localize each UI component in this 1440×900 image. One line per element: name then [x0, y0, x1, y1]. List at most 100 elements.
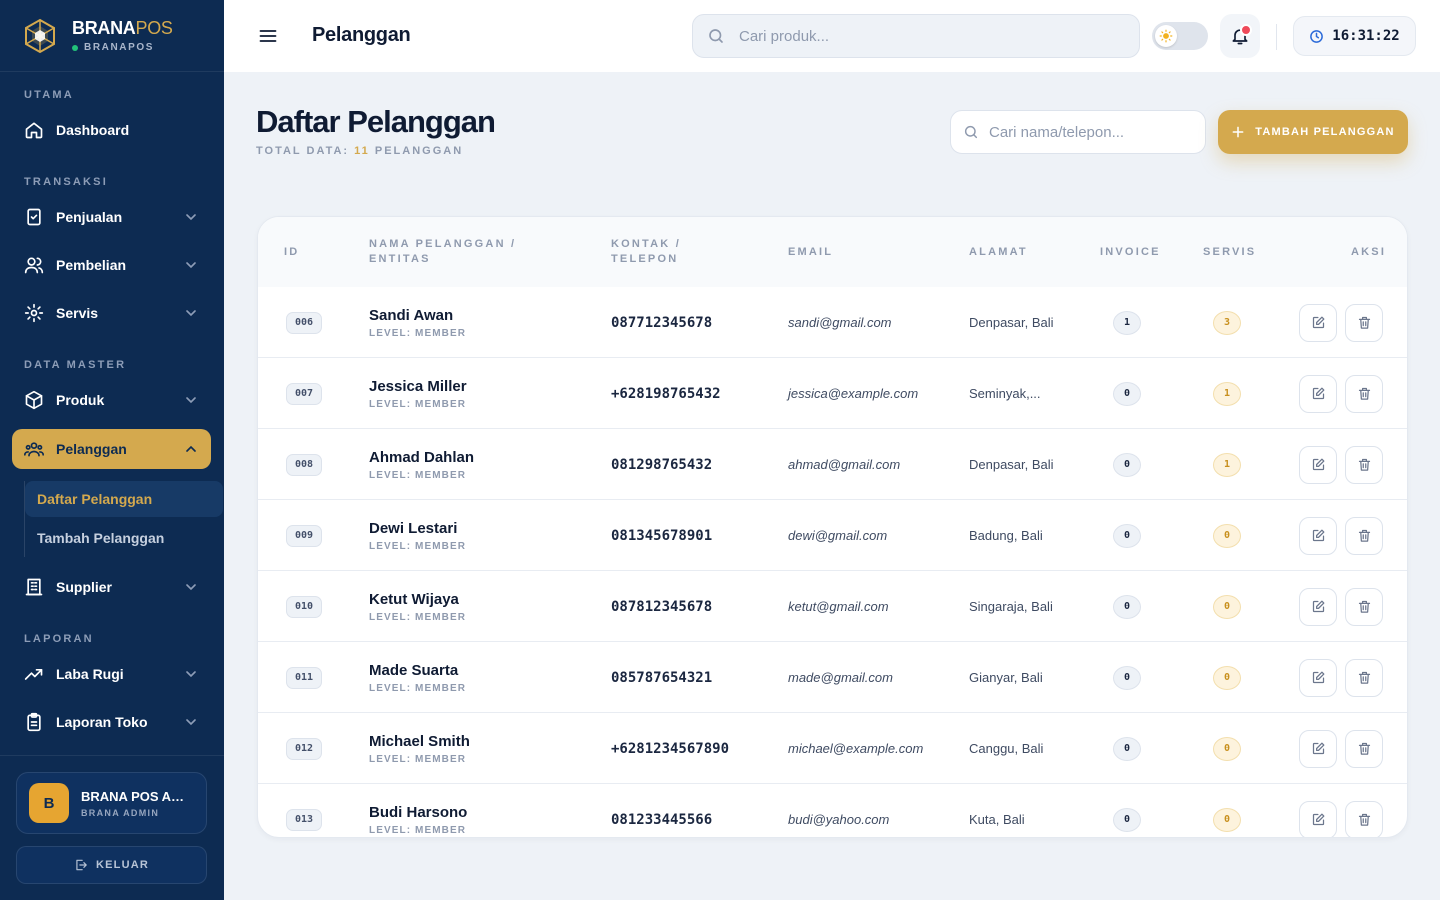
sidebar-item-pembelian[interactable]: Pembelian: [12, 245, 211, 285]
customer-id: 012: [286, 737, 322, 760]
delete-button[interactable]: [1345, 445, 1383, 484]
invoice-count-badge: 0: [1113, 665, 1141, 690]
sidebar-item-produk[interactable]: Produk: [12, 380, 211, 420]
logout-button[interactable]: KELUAR: [16, 846, 207, 884]
customer-name[interactable]: Ahmad Dahlan: [369, 449, 474, 466]
customer-search-input[interactable]: [989, 123, 1189, 141]
total-prefix: TOTAL DATA:: [256, 145, 350, 157]
clock-time: 16:31:22: [1332, 28, 1400, 44]
chevron-down-icon: [186, 584, 196, 591]
edit-button[interactable]: [1299, 729, 1337, 768]
delete-button[interactable]: [1345, 303, 1383, 342]
edit-button[interactable]: [1299, 374, 1337, 413]
customer-table: ID NAMA PELANGGAN / ENTITAS KONTAK / TEL…: [257, 216, 1408, 838]
sidebar-subitem-tambah-pelanggan[interactable]: Tambah Pelanggan: [25, 520, 223, 556]
customer-name[interactable]: Sandi Awan: [369, 307, 466, 324]
customer-level: LEVEL: MEMBER: [369, 327, 467, 339]
edit-icon: [1312, 600, 1324, 613]
customer-level: LEVEL: MEMBER: [369, 753, 467, 765]
trash-icon: [1358, 813, 1370, 826]
sidebar-divider: [0, 755, 224, 756]
customer-id: 006: [286, 311, 322, 334]
clock-display: 16:31:22: [1293, 16, 1416, 56]
header-action: AKSI: [1351, 245, 1387, 258]
product-search[interactable]: [692, 14, 1140, 58]
customer-id: 007: [286, 382, 322, 405]
edit-icon: [1312, 813, 1324, 826]
toggle-knob: [1155, 25, 1177, 47]
customer-email: michael@example.com: [788, 741, 924, 756]
total-data: TOTAL DATA: 11 PELANGGAN: [256, 145, 463, 157]
content-heading: Daftar Pelanggan: [256, 104, 496, 139]
table-row[interactable]: 011 Made Suarta LEVEL: MEMBER 0857876543…: [258, 642, 1407, 713]
sidebar-subitem-daftar-pelanggan[interactable]: Daftar Pelanggan: [25, 481, 223, 517]
customer-id: 009: [286, 524, 322, 547]
delete-button[interactable]: [1345, 374, 1383, 413]
table-row[interactable]: 010 Ketut Wijaya LEVEL: MEMBER 087812345…: [258, 571, 1407, 642]
section-label-laporan: LAPORAN: [24, 633, 94, 645]
sidebar-item-dashboard[interactable]: Dashboard: [12, 110, 211, 150]
invoice-count-badge: 0: [1113, 523, 1141, 548]
chevron-down-icon: [186, 262, 196, 269]
sidebar-item-supplier[interactable]: Supplier: [12, 567, 211, 607]
sun-icon: [1159, 29, 1173, 43]
delete-button[interactable]: [1345, 516, 1383, 555]
edit-button[interactable]: [1299, 303, 1337, 342]
customer-name[interactable]: Dewi Lestari: [369, 520, 466, 537]
table-row[interactable]: 013 Budi Harsono LEVEL: MEMBER 081233445…: [258, 784, 1407, 837]
edit-button[interactable]: [1299, 800, 1337, 837]
brand[interactable]: BRANAPOS BRANAPOS: [0, 0, 224, 72]
add-customer-button[interactable]: TAMBAH PELANGGAN: [1218, 110, 1408, 154]
sidebar-item-laba-rugi[interactable]: Laba Rugi: [12, 654, 211, 694]
edit-icon: [1312, 671, 1324, 684]
servis-count-badge: 0: [1213, 594, 1241, 619]
customer-phone: 081345678901: [611, 527, 713, 544]
user-card[interactable]: B BRANA POS ADMIN BRANA ADMIN: [16, 772, 207, 834]
table-header: ID NAMA PELANGGAN / ENTITAS KONTAK / TEL…: [258, 217, 1407, 287]
delete-button[interactable]: [1345, 587, 1383, 626]
section-label-utama: UTAMA: [24, 89, 74, 101]
customer-address: Denpasar, Bali: [969, 315, 1054, 330]
customer-phone: 087812345678: [611, 598, 713, 615]
sidebar-item-label: Produk: [56, 392, 105, 408]
customer-name[interactable]: Jessica Miller: [369, 378, 467, 395]
topbar-divider: [1276, 24, 1277, 50]
sidebar-item-label: Dashboard: [56, 122, 130, 138]
customer-id: 013: [286, 808, 322, 831]
servis-count-badge: 0: [1213, 523, 1241, 548]
customer-phone: 081298765432: [611, 456, 713, 473]
table-row[interactable]: 009 Dewi Lestari LEVEL: MEMBER 081345678…: [258, 500, 1407, 571]
customer-name[interactable]: Michael Smith: [369, 733, 470, 750]
edit-button[interactable]: [1299, 658, 1337, 697]
edit-button[interactable]: [1299, 587, 1337, 626]
customer-address: Canggu, Bali: [969, 741, 1044, 756]
edit-button[interactable]: [1299, 516, 1337, 555]
edit-button[interactable]: [1299, 445, 1337, 484]
notification-button[interactable]: [1220, 14, 1260, 58]
sidebar-item-pelanggan[interactable]: Pelanggan: [12, 429, 211, 469]
customer-email: sandi@gmail.com: [788, 315, 892, 330]
menu-icon[interactable]: [258, 26, 278, 46]
table-row[interactable]: 008 Ahmad Dahlan LEVEL: MEMBER 081298765…: [258, 429, 1407, 500]
customer-name[interactable]: Budi Harsono: [369, 804, 467, 821]
product-search-input[interactable]: [739, 27, 1099, 45]
edit-icon: [1312, 458, 1324, 471]
theme-toggle[interactable]: [1152, 22, 1208, 50]
servis-count-badge: 3: [1213, 310, 1241, 335]
table-row[interactable]: 012 Michael Smith LEVEL: MEMBER +6281234…: [258, 713, 1407, 784]
sidebar-item-penjualan[interactable]: Penjualan: [12, 197, 211, 237]
delete-button[interactable]: [1345, 800, 1383, 837]
servis-count-badge: 1: [1213, 452, 1241, 477]
customer-name[interactable]: Ketut Wijaya: [369, 591, 466, 608]
header-contact: KONTAK / TELEPON: [611, 238, 681, 265]
customer-search[interactable]: [950, 110, 1206, 154]
table-row[interactable]: 006 Sandi Awan LEVEL: MEMBER 08771234567…: [258, 287, 1407, 358]
invoice-count-badge: 0: [1113, 381, 1141, 406]
customer-name[interactable]: Made Suarta: [369, 662, 466, 679]
sidebar-item-laporan-toko[interactable]: Laporan Toko: [12, 702, 211, 742]
delete-button[interactable]: [1345, 729, 1383, 768]
delete-button[interactable]: [1345, 658, 1383, 697]
table-row[interactable]: 007 Jessica Miller LEVEL: MEMBER +628198…: [258, 358, 1407, 429]
sidebar-item-servis[interactable]: Servis: [12, 293, 211, 333]
servis-count-badge: 0: [1213, 736, 1241, 761]
